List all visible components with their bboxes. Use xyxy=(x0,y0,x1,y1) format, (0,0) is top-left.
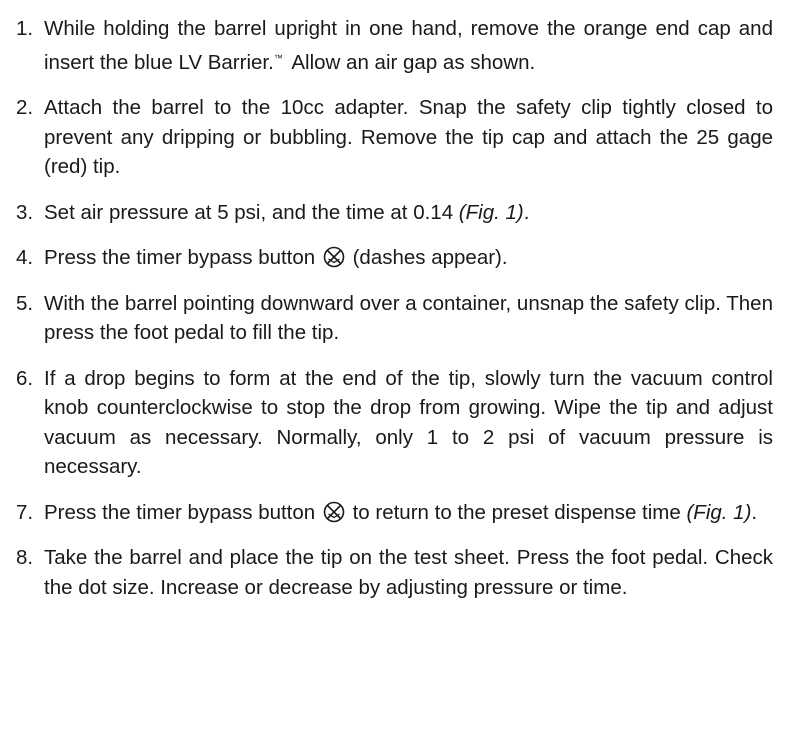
figure-reference: (Fig. 1) xyxy=(686,500,752,524)
step-5: 5. With the barrel pointing downward ove… xyxy=(0,289,781,348)
step-1: 1. While holding the barrel upright in o… xyxy=(0,14,781,77)
instruction-steps: 1. While holding the barrel upright in o… xyxy=(0,14,781,602)
step-number: 4. xyxy=(16,246,34,269)
step-text: Set air pressure at 5 psi, and the time … xyxy=(44,200,459,224)
step-number: 7. xyxy=(16,500,34,524)
instruction-page: 1. While holding the barrel upright in o… xyxy=(0,0,791,745)
step-text: Take the barrel and place the tip on the… xyxy=(44,546,773,599)
step-text: Press the timer bypass button xyxy=(44,500,321,524)
step-2: 2. Attach the barrel to the 10cc adapter… xyxy=(0,93,781,182)
step-text-cont: (dashes appear). xyxy=(346,246,508,269)
step-text-cont: to return to the preset dispense time xyxy=(346,500,687,524)
step-number: 8. xyxy=(16,546,34,569)
step-7: 7. Press the timer bypass button to retu… xyxy=(0,498,781,528)
step-number: 6. xyxy=(16,366,34,390)
step-text-cont: . xyxy=(523,200,530,224)
step-text-end: . xyxy=(751,500,758,524)
step-number: 2. xyxy=(16,96,34,119)
step-number: 5. xyxy=(16,291,34,315)
step-3: 3. Set air pressure at 5 psi, and the ti… xyxy=(0,198,781,228)
step-number: 3. xyxy=(16,200,34,224)
step-text-cont: Allow an air gap as shown. xyxy=(286,50,536,74)
step-text: Attach the barrel to the 10cc adapter. S… xyxy=(44,96,773,178)
step-6: 6. If a drop begins to form at the end o… xyxy=(0,364,781,482)
step-text: With the barrel pointing downward over a… xyxy=(44,291,773,345)
timer-bypass-icon xyxy=(323,246,345,268)
step-4: 4. Press the timer bypass button (dashes… xyxy=(0,243,781,273)
trademark-symbol: ™ xyxy=(273,52,283,63)
figure-reference: (Fig. 1) xyxy=(458,200,524,224)
step-text: If a drop begins to form at the end of t… xyxy=(44,366,773,479)
timer-bypass-icon xyxy=(323,501,345,523)
step-number: 1. xyxy=(16,17,34,40)
step-8: 8. Take the barrel and place the tip on … xyxy=(0,543,781,602)
step-text: Press the timer bypass button xyxy=(44,246,321,269)
